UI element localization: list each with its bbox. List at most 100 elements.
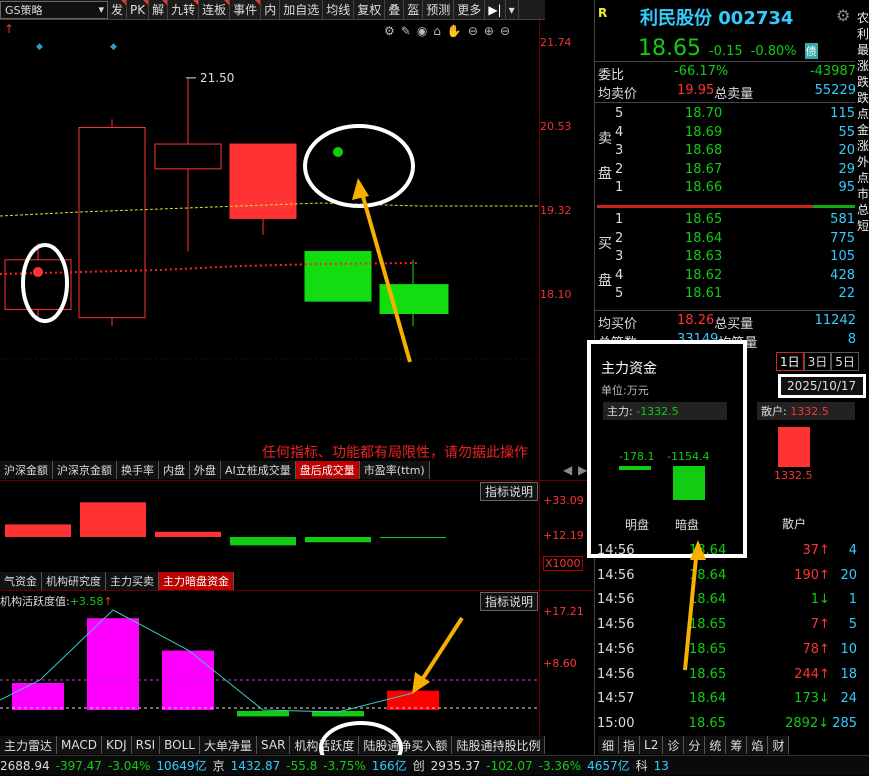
order-row[interactable]: 4 18.69 55: [615, 123, 869, 142]
bond-badge[interactable]: 债: [804, 43, 818, 59]
fund-bar-retail: [778, 427, 810, 467]
tab-5day[interactable]: 5日: [831, 352, 859, 371]
tab-2[interactable]: L2: [640, 736, 664, 754]
status-item: 10649亿: [156, 759, 207, 773]
stock-code: 002734: [718, 8, 794, 29]
toolbar-button[interactable]: PK: [127, 0, 150, 20]
bottom-indicator-tabs: 主力雷达 MACD KDJ RSI BOLL 大单净量 SAR 机构活跃度 陆股通净买入额 陆股通…: [0, 736, 546, 754]
fund-tabs: 气资金 机构研究度 主力买卖 主力暗盘资金: [0, 572, 234, 590]
buy-signal-icon: [33, 267, 43, 277]
order-row[interactable]: 5 18.61 22: [615, 284, 869, 303]
tab-3day[interactable]: 3日: [803, 352, 832, 371]
tab-6[interactable]: SAR: [257, 736, 291, 754]
toolbar-button[interactable]: 均线: [323, 0, 355, 20]
order-row[interactable]: 2 18.64 775: [615, 229, 869, 248]
volume-bar: [155, 531, 221, 537]
volume-bar: [5, 524, 71, 537]
tab-8[interactable]: 财: [768, 736, 790, 754]
stock-change: -0.15: [708, 44, 743, 59]
tab-5[interactable]: 大单净量: [200, 736, 258, 754]
toolbar-button[interactable]: 九转: [168, 0, 200, 20]
tab-7[interactable]: 焰: [747, 736, 769, 754]
tab-0[interactable]: 沪深金额: [0, 461, 53, 479]
order-row[interactable]: 1 18.66 95: [615, 178, 869, 197]
tab-scroll-right[interactable]: ▶: [578, 463, 587, 477]
status-item: -3.04%: [107, 758, 151, 773]
tab-1[interactable]: 指: [619, 736, 641, 754]
tab-3[interactable]: RSI: [131, 736, 161, 754]
candlestick-chart[interactable]: 21.50: [0, 20, 540, 450]
arrow-right-icon[interactable]: ▶|: [485, 0, 506, 20]
order-row[interactable]: 5 18.70 115: [615, 104, 869, 123]
book-divider: [813, 205, 855, 208]
direction-icon: ↓: [818, 715, 830, 731]
order-row[interactable]: 3 18.63 105: [615, 247, 869, 266]
toolbar-button[interactable]: 叠: [385, 0, 405, 20]
activity-bar: [12, 683, 64, 710]
candle-body: [78, 127, 146, 319]
tab-2[interactable]: 换手率: [117, 461, 159, 479]
right-tabs: 细指 L2 诊分统筹焰财: [598, 736, 790, 754]
tab-9[interactable]: 陆股通持股比例: [452, 736, 546, 754]
status-item: 1432.87: [230, 758, 281, 773]
tick-row: 14:56 18.64 37 ↑ 4: [597, 543, 857, 558]
date-field[interactable]: 2025/10/17: [778, 374, 866, 398]
toolbar-button[interactable]: 内: [261, 0, 281, 20]
tick-row: 14:56 18.65 78 ↑ 10: [597, 641, 857, 657]
direction-icon: ↓: [819, 592, 830, 608]
status-bar: 2688.94 -397.47 -3.04% 10649亿京 1432.87 -55.8-…: [0, 755, 869, 775]
order-row[interactable]: 4 18.62 428: [615, 266, 869, 285]
toolbar-button[interactable]: 更多: [454, 0, 486, 20]
order-row[interactable]: 3 18.68 20: [615, 141, 869, 160]
tab-4[interactable]: BOLL: [160, 736, 200, 754]
chevron-down-icon[interactable]: ▾: [506, 0, 519, 20]
candle-body: [154, 143, 222, 170]
tick-row: 14:56 18.65 7 ↑ 5: [597, 617, 857, 633]
tab-3[interactable]: 内盘: [159, 461, 190, 479]
r-badge: R: [598, 6, 608, 20]
tab-3[interactable]: 诊: [663, 736, 685, 754]
status-item: -3.36%: [538, 758, 582, 773]
tab-6[interactable]: 盘后成交量: [295, 461, 360, 479]
order-row[interactable]: 1 18.65 581: [615, 210, 869, 229]
side-column: 农 利 最 涨 跌 跌 点 金 涨 外 点 市 总 短: [857, 11, 869, 233]
toolbar-button[interactable]: 复权: [354, 0, 386, 20]
toolbar-button[interactable]: 连板: [199, 0, 231, 20]
tab-0[interactable]: 主力雷达: [0, 736, 58, 754]
toolbar-button[interactable]: 预测: [423, 0, 455, 20]
price-tick: 20.53: [540, 120, 572, 133]
status-item: -3.75%: [323, 758, 366, 773]
tab-4[interactable]: 外盘: [190, 461, 221, 479]
toolbar-button[interactable]: 事件: [230, 0, 262, 20]
tab-0[interactable]: 气资金: [0, 572, 42, 590]
tab-5[interactable]: 统: [705, 736, 727, 754]
fund-unit: 单位:万元: [601, 384, 649, 397]
tab-1[interactable]: 机构研究度: [42, 572, 106, 590]
tick-row: 14:56 18.64 190 ↑ 20: [597, 567, 857, 583]
status-item: 2935.37: [430, 758, 481, 773]
price-tick: 21.74: [540, 36, 572, 49]
tab-7[interactable]: 市盈率(ttm): [359, 461, 430, 479]
toolbar-button[interactable]: 盔: [404, 0, 424, 20]
tab-0[interactable]: 细: [598, 736, 620, 754]
tab-3[interactable]: 主力暗盘资金: [159, 572, 234, 590]
strategy-dropdown[interactable]: GS策略 ▾: [0, 0, 108, 19]
toolbar-button[interactable]: 解: [149, 0, 169, 20]
tab-1[interactable]: MACD: [57, 736, 102, 754]
tab-scroll-left[interactable]: ◀: [563, 463, 572, 477]
status-item: 京: [212, 759, 225, 773]
toolbar-button[interactable]: 加自选: [280, 0, 324, 20]
tab-4[interactable]: 分: [684, 736, 706, 754]
order-row[interactable]: 2 18.67 29: [615, 160, 869, 179]
tab-1[interactable]: 沪深京金额: [53, 461, 117, 479]
gear-icon[interactable]: ⚙: [836, 6, 850, 25]
candle-body: [229, 143, 297, 219]
tab-5[interactable]: AI立桩成交量: [221, 461, 296, 479]
volume-bar: [305, 537, 371, 543]
tab-1day[interactable]: 1日: [776, 352, 804, 371]
sell-signal-icon: [333, 147, 343, 157]
tab-2[interactable]: 主力买卖: [106, 572, 159, 590]
tab-6[interactable]: 筹: [726, 736, 748, 754]
tab-2[interactable]: KDJ: [102, 736, 132, 754]
toolbar-button[interactable]: 发: [108, 0, 128, 20]
